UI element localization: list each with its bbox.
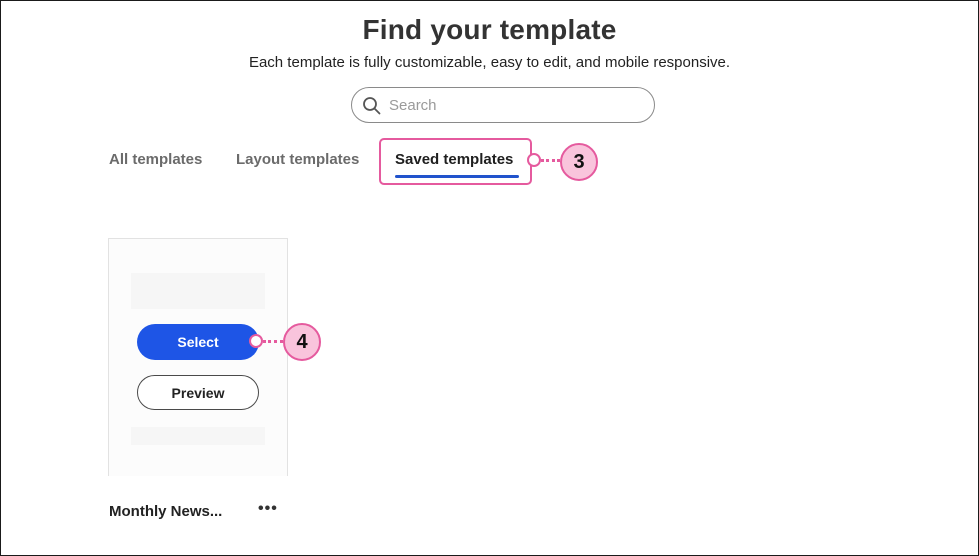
callout-connector-line — [263, 340, 283, 343]
page-title: Find your template — [362, 14, 617, 45]
tab-layout-templates[interactable]: Layout templates — [236, 151, 359, 168]
callout-connector-dot — [249, 334, 263, 348]
callout-badge-3: 3 — [560, 143, 598, 181]
callout-highlight-box — [379, 138, 532, 185]
callout-badge-4: 4 — [283, 323, 321, 361]
more-options-icon[interactable]: ••• — [258, 500, 278, 518]
select-button[interactable]: Select — [137, 324, 259, 360]
tab-all-templates[interactable]: All templates — [109, 151, 202, 168]
template-name: Monthly News... — [109, 503, 223, 520]
search-input[interactable] — [389, 94, 644, 116]
card-thumbnail-placeholder — [131, 427, 265, 445]
callout-connector-line — [541, 159, 560, 162]
preview-button[interactable]: Preview — [137, 375, 259, 410]
card-thumbnail-placeholder — [131, 273, 265, 309]
search-bar[interactable] — [351, 87, 655, 123]
callout-connector-dot — [527, 153, 541, 167]
search-icon — [362, 96, 382, 116]
page-subtitle: Each template is fully customizable, eas… — [248, 54, 731, 71]
